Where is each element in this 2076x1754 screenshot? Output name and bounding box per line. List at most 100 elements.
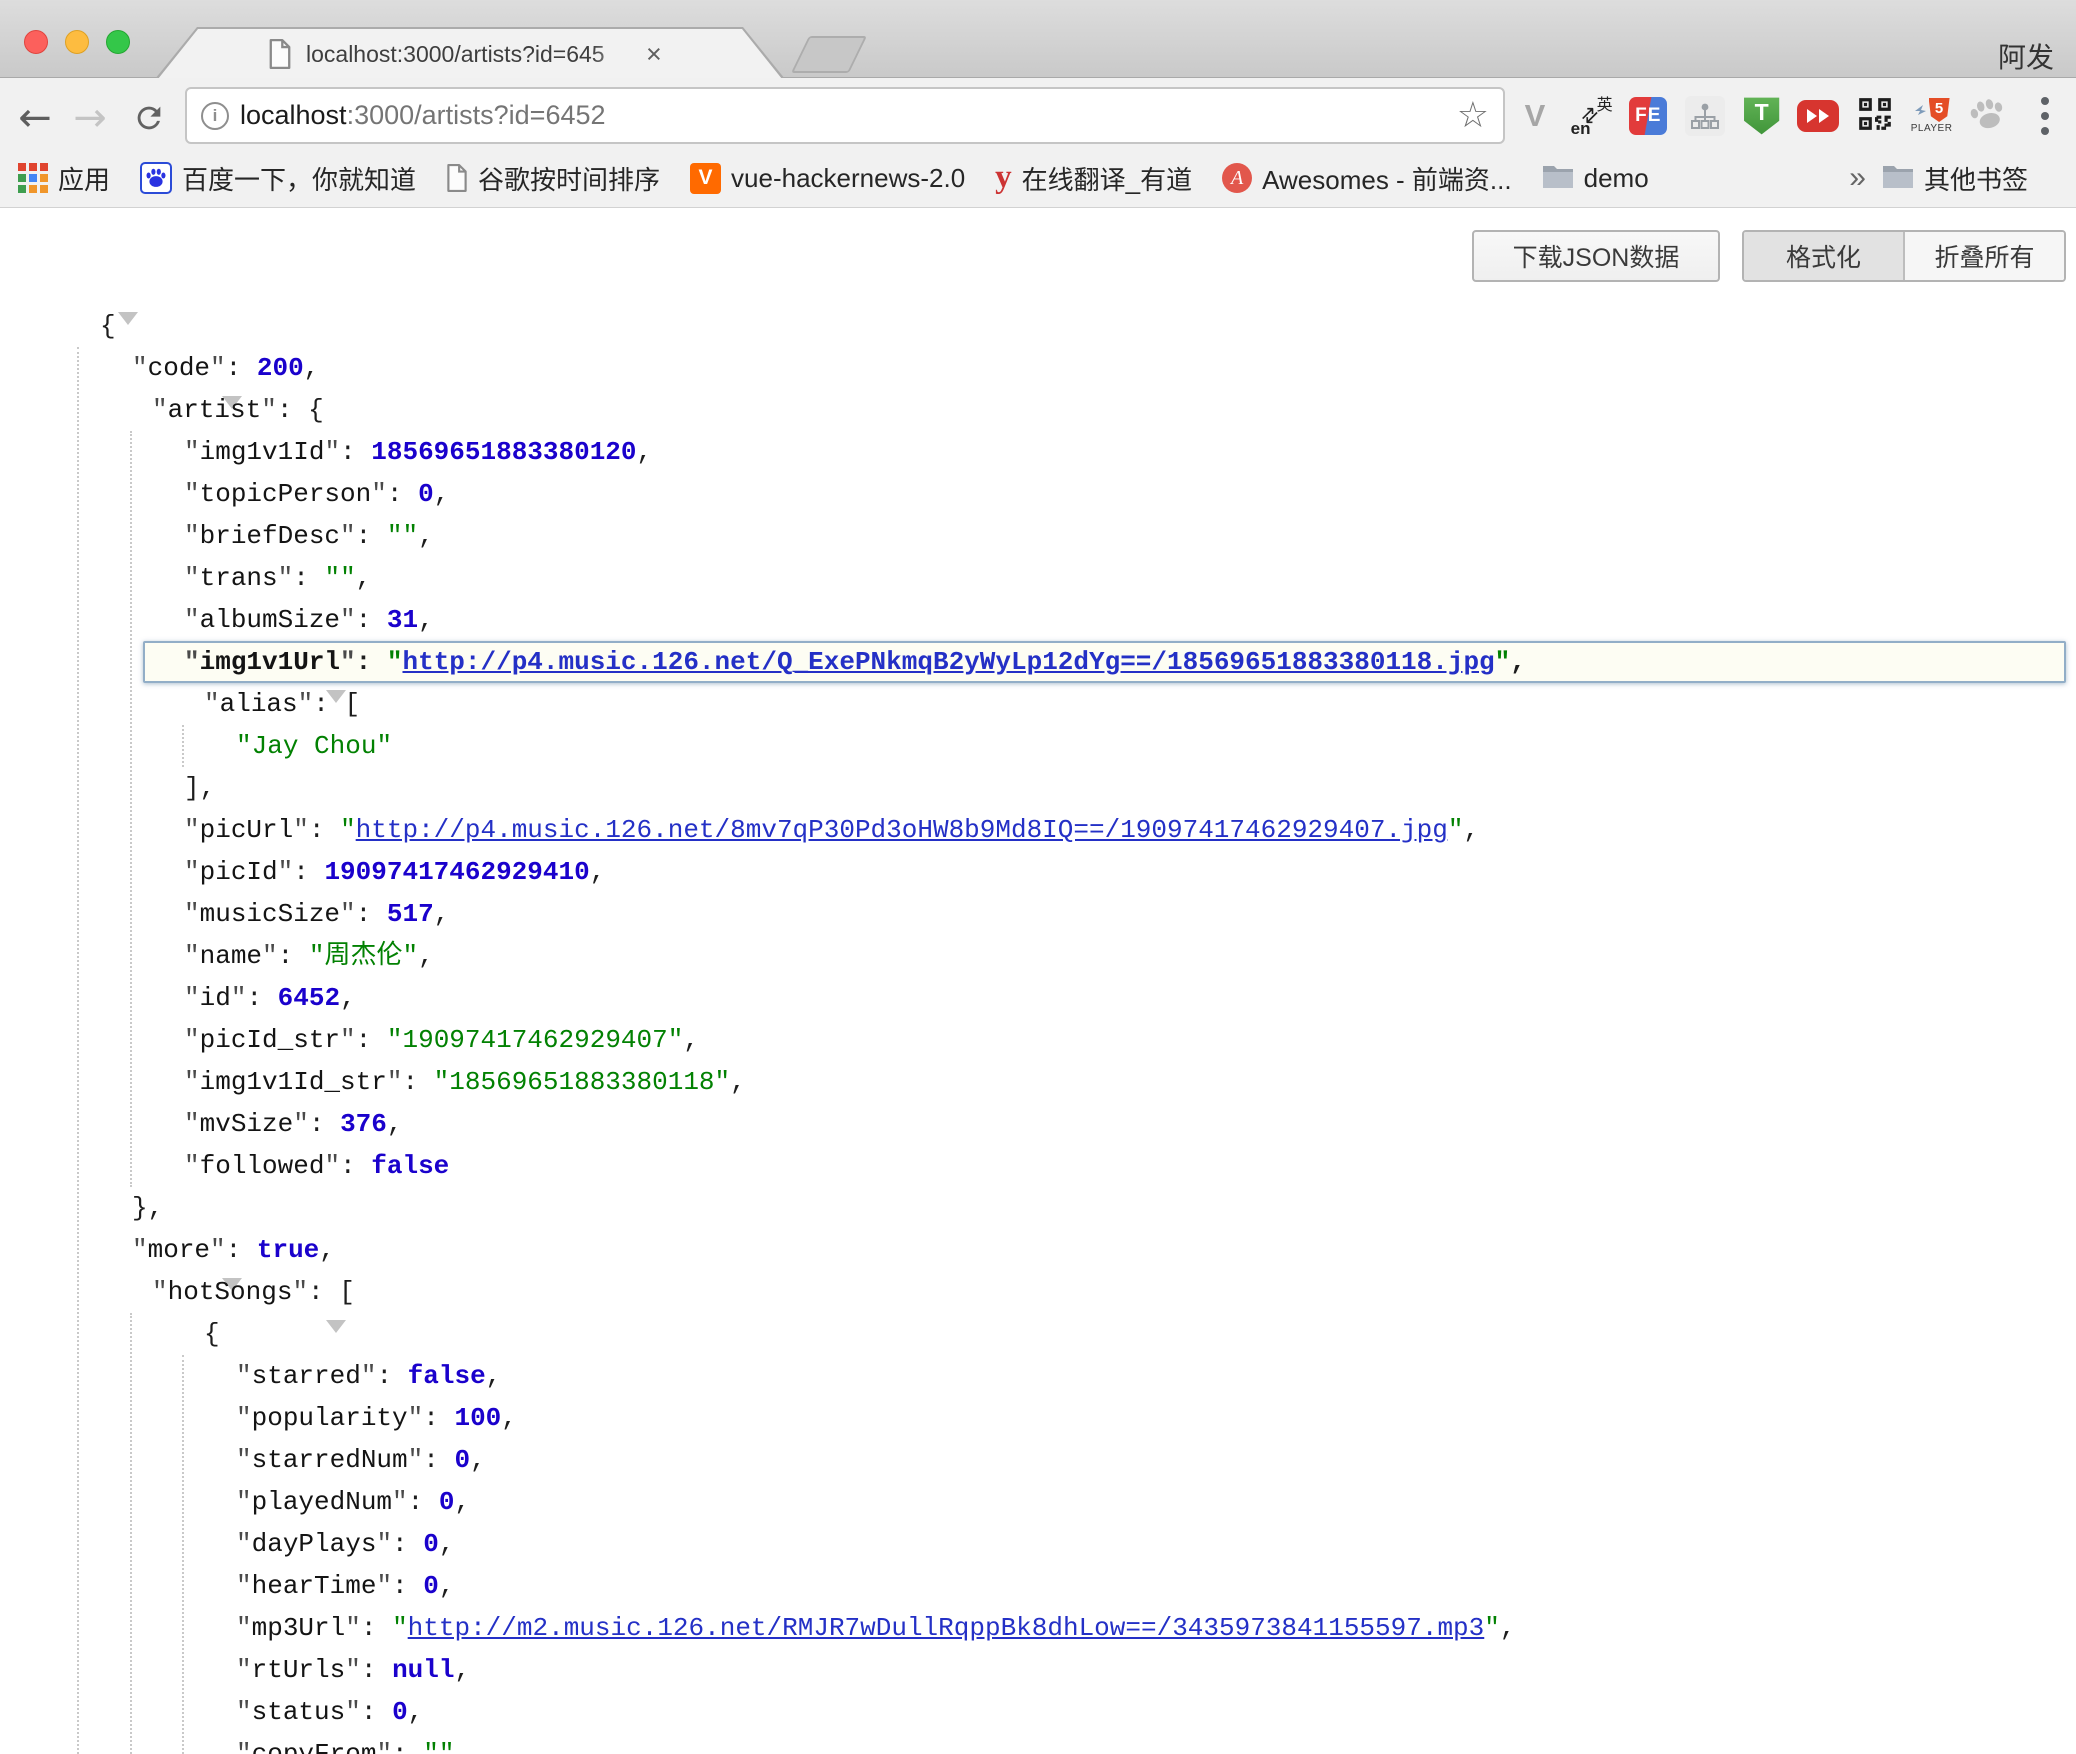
json-line[interactable]: "starred": false,: [0, 1355, 2076, 1397]
json-line[interactable]: },: [0, 1187, 2076, 1229]
tab-close-icon[interactable]: ×: [646, 41, 662, 68]
json-num-value: 0: [392, 1697, 408, 1727]
extension-button-sitemap[interactable]: [1682, 91, 1728, 141]
json-line[interactable]: "musicSize": 517,: [0, 893, 2076, 935]
json-line[interactable]: "popularity": 100,: [0, 1397, 2076, 1439]
bookmark-item[interactable]: 谷歌按时间排序: [446, 160, 660, 197]
json-line[interactable]: "img1v1Id_str": "18569651883380118",: [0, 1061, 2076, 1103]
format-button[interactable]: 格式化: [1744, 232, 1903, 280]
json-line[interactable]: "more": true,: [0, 1229, 2076, 1271]
json-num-value: 100: [454, 1403, 501, 1433]
json-key: id: [200, 983, 231, 1013]
bookmark-star-icon[interactable]: ☆: [1457, 95, 1489, 136]
json-line[interactable]: "mvSize": 376,: [0, 1103, 2076, 1145]
extension-button-tampermonkey[interactable]: T: [1739, 91, 1785, 141]
json-line[interactable]: "img1v1Id": 18569651883380120,: [0, 431, 2076, 473]
json-colon: :: [293, 563, 324, 593]
browser-tab[interactable]: localhost:3000/artists?id=645 ×: [155, 27, 785, 79]
download-json-button[interactable]: 下载JSON数据: [1472, 230, 1720, 282]
json-comma: ,: [683, 1025, 699, 1055]
profile-name[interactable]: 阿发: [1998, 36, 2054, 76]
address-bar[interactable]: i localhost:3000/artists?id=6452 ☆: [185, 87, 1505, 144]
youdao-y-icon: y: [995, 163, 1012, 193]
json-line[interactable]: "alias": [: [0, 683, 2076, 725]
json-line[interactable]: "Jay Chou": [0, 725, 2076, 767]
bookmarks-overflow-chevron-icon[interactable]: »: [1849, 161, 1866, 195]
json-line[interactable]: "name": "周杰伦",: [0, 935, 2076, 977]
json-comma: ,: [1463, 815, 1479, 845]
extension-button-translator[interactable]: 英⇄en: [1569, 91, 1615, 141]
json-line[interactable]: "hotSongs": [: [0, 1271, 2076, 1313]
json-line[interactable]: "playedNum": 0,: [0, 1481, 2076, 1523]
bookmark-item[interactable]: 应用: [18, 160, 110, 197]
json-line[interactable]: "mp3Url": "http://m2.music.126.net/RMJR7…: [0, 1607, 2076, 1649]
page-info-icon[interactable]: i: [201, 102, 229, 130]
collapse-all-button[interactable]: 折叠所有: [1903, 232, 2064, 280]
json-line[interactable]: "picId": 19097417462929410,: [0, 851, 2076, 893]
json-colon: :: [246, 983, 277, 1013]
json-line[interactable]: "followed": false: [0, 1145, 2076, 1187]
json-line[interactable]: "picUrl": "http://p4.music.126.net/8mv7q…: [0, 809, 2076, 851]
json-string-value: 18569651883380118: [449, 1067, 714, 1097]
json-line[interactable]: "dayPlays": 0,: [0, 1523, 2076, 1565]
extension-button-paw[interactable]: [1965, 91, 2011, 141]
browser-menu-icon[interactable]: [2022, 91, 2068, 141]
collapse-triangle-icon[interactable]: [118, 312, 138, 355]
new-tab-button[interactable]: [791, 36, 867, 73]
bookmark-item[interactable]: demo: [1542, 163, 1649, 194]
extension-button-qr-code[interactable]: [1852, 91, 1898, 141]
json-line[interactable]: "code": 200,: [0, 347, 2076, 389]
json-line[interactable]: ],: [0, 767, 2076, 809]
close-window-button[interactable]: [24, 30, 48, 54]
json-quote: ": [392, 1613, 408, 1643]
json-quote: ": [376, 1529, 392, 1559]
json-line[interactable]: "briefDesc": "",: [0, 515, 2076, 557]
extension-button-video-helper[interactable]: [1795, 91, 1841, 141]
back-button[interactable]: ←: [13, 96, 57, 140]
json-line[interactable]: "artist": {: [0, 389, 2076, 431]
json-line[interactable]: {: [0, 1313, 2076, 1355]
json-quote: ": [236, 1403, 252, 1433]
json-quote: ": [324, 1151, 340, 1181]
json-quote: ": [184, 1067, 200, 1097]
extension-button-fe-toolbox[interactable]: FE: [1625, 91, 1671, 141]
other-bookmarks-folder[interactable]: 其他书签: [1882, 160, 2028, 197]
json-key: playedNum: [252, 1487, 392, 1517]
minimize-window-button[interactable]: [65, 30, 89, 54]
bookmark-item[interactable]: Vvue-hackernews-2.0: [690, 163, 965, 194]
json-quote: ": [387, 521, 403, 551]
json-line[interactable]: "albumSize": 31,: [0, 599, 2076, 641]
json-line[interactable]: "hearTime": 0,: [0, 1565, 2076, 1607]
zoom-window-button[interactable]: [106, 30, 130, 54]
bookmark-item[interactable]: y在线翻译_有道: [995, 160, 1192, 197]
json-line[interactable]: {: [0, 305, 2076, 347]
json-key: hotSongs: [168, 1277, 293, 1307]
json-quote: ": [1495, 647, 1511, 677]
url-text[interactable]: localhost:3000/artists?id=6452: [240, 100, 606, 131]
json-quote: ": [184, 1109, 200, 1139]
extension-button-html5-player[interactable]: 5 PLAYER: [1909, 91, 1955, 141]
json-quote: ": [668, 1025, 684, 1055]
json-line[interactable]: "img1v1Url": "http://p4.music.126.net/Q_…: [0, 641, 2076, 683]
collapse-triangle-icon[interactable]: [326, 1320, 346, 1363]
json-line[interactable]: "id": 6452,: [0, 977, 2076, 1019]
reload-button[interactable]: [127, 96, 171, 140]
json-url-link[interactable]: http://p4.music.126.net/8mv7qP30Pd3oHW8b…: [356, 815, 1448, 845]
bookmark-label: 谷歌按时间排序: [478, 160, 660, 197]
json-line[interactable]: "copyFrom": "",: [0, 1733, 2076, 1754]
bookmark-item[interactable]: 百度一下，你就知道: [140, 160, 416, 197]
bookmark-item[interactable]: AAwesomes - 前端资...: [1222, 160, 1511, 197]
json-line[interactable]: "topicPerson": 0,: [0, 473, 2076, 515]
json-line[interactable]: "starredNum": 0,: [0, 1439, 2076, 1481]
json-url-link[interactable]: http://p4.music.126.net/Q_ExePNkmqB2yWyL…: [402, 647, 1494, 677]
json-num-value: 6452: [278, 983, 340, 1013]
forward-button[interactable]: →: [68, 96, 112, 140]
json-url-link[interactable]: http://m2.music.126.net/RMJR7wDullRqppBk…: [408, 1613, 1485, 1643]
json-line[interactable]: "picId_str": "19097417462929407",: [0, 1019, 2076, 1061]
json-line[interactable]: "trans": "",: [0, 557, 2076, 599]
json-line[interactable]: "status": 0,: [0, 1691, 2076, 1733]
json-colon: :: [392, 1529, 423, 1559]
json-line[interactable]: "rtUrls": null,: [0, 1649, 2076, 1691]
extension-button-vue-devtools[interactable]: V: [1512, 91, 1558, 141]
json-bracket: {: [100, 311, 116, 341]
